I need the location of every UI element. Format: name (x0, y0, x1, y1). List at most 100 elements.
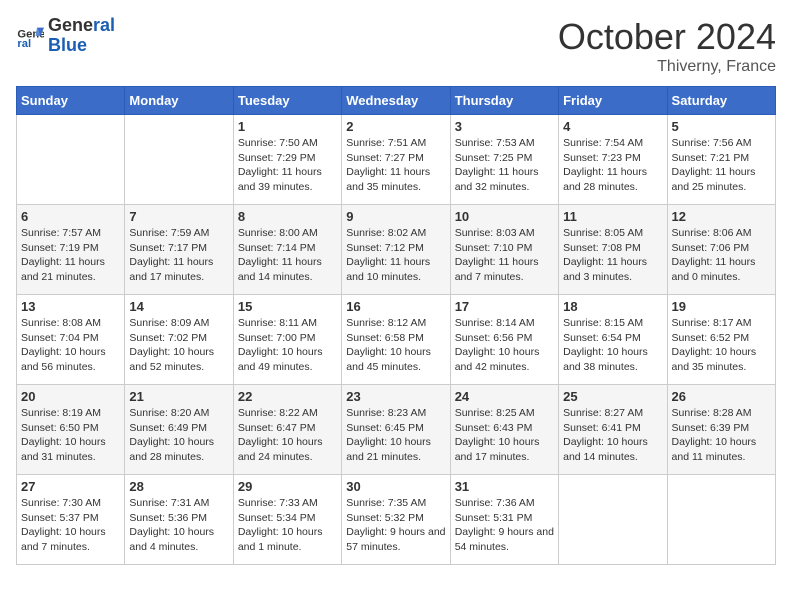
day-info: Sunrise: 7:53 AM Sunset: 7:25 PM Dayligh… (455, 136, 554, 195)
day-number: 20 (21, 389, 120, 404)
day-info: Sunrise: 8:19 AM Sunset: 6:50 PM Dayligh… (21, 406, 120, 465)
day-number: 2 (346, 119, 445, 134)
svg-text:ral: ral (17, 38, 31, 50)
calendar-day-cell: 13 Sunrise: 8:08 AM Sunset: 7:04 PM Dayli… (17, 295, 125, 385)
day-info: Sunrise: 8:09 AM Sunset: 7:02 PM Dayligh… (129, 316, 228, 375)
day-number: 23 (346, 389, 445, 404)
day-info: Sunrise: 8:22 AM Sunset: 6:47 PM Dayligh… (238, 406, 337, 465)
day-info: Sunrise: 7:59 AM Sunset: 7:17 PM Dayligh… (129, 226, 228, 285)
calendar-week-row: 6Sunrise: 7:57 AM Sunset: 7:19 PM Daylig… (17, 205, 776, 295)
calendar-day-cell: 15 Sunrise: 8:11 AM Sunset: 7:00 PM Dayli… (233, 295, 341, 385)
calendar-day-cell: 3 Sunrise: 7:53 AM Sunset: 7:25 PM Daylig… (450, 115, 558, 205)
day-number: 15 (238, 299, 337, 314)
day-info: Sunrise: 8:11 AM Sunset: 7:00 PM Dayligh… (238, 316, 337, 375)
calendar-day-cell (667, 475, 775, 565)
day-number: 4 (563, 119, 662, 134)
calendar-day-cell: 20 Sunrise: 8:19 AM Sunset: 6:50 PM Dayli… (17, 385, 125, 475)
day-info: Sunrise: 8:05 AM Sunset: 7:08 PM Dayligh… (563, 226, 662, 285)
day-number: 30 (346, 479, 445, 494)
calendar-day-cell (17, 115, 125, 205)
logo-name: General (48, 16, 115, 36)
calendar-day-cell: 6Sunrise: 7:57 AM Sunset: 7:19 PM Daylig… (17, 205, 125, 295)
calendar-day-cell: 27Sunrise: 7:30 AM Sunset: 5:37 PM Dayli… (17, 475, 125, 565)
day-info: Sunrise: 7:33 AM Sunset: 5:34 PM Dayligh… (238, 496, 337, 555)
day-number: 27 (21, 479, 120, 494)
calendar-week-row: 13 Sunrise: 8:08 AM Sunset: 7:04 PM Dayli… (17, 295, 776, 385)
day-info: Sunrise: 8:08 AM Sunset: 7:04 PM Dayligh… (21, 316, 120, 375)
calendar-day-cell: 1 Sunrise: 7:50 AM Sunset: 7:29 PM Daylig… (233, 115, 341, 205)
calendar-day-cell: 2 Sunrise: 7:51 AM Sunset: 7:27 PM Daylig… (342, 115, 450, 205)
day-number: 5 (672, 119, 771, 134)
calendar-day-cell: 7Sunrise: 7:59 AM Sunset: 7:17 PM Daylig… (125, 205, 233, 295)
calendar-day-cell: 16Sunrise: 8:12 AM Sunset: 6:58 PM Dayli… (342, 295, 450, 385)
calendar-day-cell: 28Sunrise: 7:31 AM Sunset: 5:36 PM Dayli… (125, 475, 233, 565)
day-number: 21 (129, 389, 228, 404)
day-info: Sunrise: 7:51 AM Sunset: 7:27 PM Dayligh… (346, 136, 445, 195)
day-info: Sunrise: 8:06 AM Sunset: 7:06 PM Dayligh… (672, 226, 771, 285)
calendar-day-cell: 8Sunrise: 8:00 AM Sunset: 7:14 PM Daylig… (233, 205, 341, 295)
day-number: 13 (21, 299, 120, 314)
calendar-day-cell: 17 Sunrise: 8:14 AM Sunset: 6:56 PM Dayli… (450, 295, 558, 385)
day-number: 16 (346, 299, 445, 314)
day-number: 12 (672, 209, 771, 224)
title-block: October 2024 Thiverny, France (558, 16, 776, 76)
day-number: 8 (238, 209, 337, 224)
calendar-day-cell (559, 475, 667, 565)
day-number: 14 (129, 299, 228, 314)
day-info: Sunrise: 7:35 AM Sunset: 5:32 PM Dayligh… (346, 496, 445, 555)
day-info: Sunrise: 7:50 AM Sunset: 7:29 PM Dayligh… (238, 136, 337, 195)
day-info: Sunrise: 8:23 AM Sunset: 6:45 PM Dayligh… (346, 406, 445, 465)
calendar-header-row: SundayMondayTuesdayWednesdayThursdayFrid… (17, 87, 776, 115)
calendar-week-row: 27Sunrise: 7:30 AM Sunset: 5:37 PM Dayli… (17, 475, 776, 565)
calendar-day-cell: 25 Sunrise: 8:27 AM Sunset: 6:41 PM Dayli… (559, 385, 667, 475)
calendar-day-cell: 5Sunrise: 7:56 AM Sunset: 7:21 PM Daylig… (667, 115, 775, 205)
day-info: Sunrise: 8:28 AM Sunset: 6:39 PM Dayligh… (672, 406, 771, 465)
calendar-day-cell: 14 Sunrise: 8:09 AM Sunset: 7:02 PM Dayli… (125, 295, 233, 385)
day-info: Sunrise: 8:03 AM Sunset: 7:10 PM Dayligh… (455, 226, 554, 285)
page-header: Gene ral General Blue October 2024 Thive… (16, 16, 776, 76)
day-number: 28 (129, 479, 228, 494)
weekday-header: Monday (125, 87, 233, 115)
calendar-day-cell: 18Sunrise: 8:15 AM Sunset: 6:54 PM Dayli… (559, 295, 667, 385)
day-number: 10 (455, 209, 554, 224)
day-number: 22 (238, 389, 337, 404)
day-info: Sunrise: 8:14 AM Sunset: 6:56 PM Dayligh… (455, 316, 554, 375)
day-number: 9 (346, 209, 445, 224)
day-number: 6 (21, 209, 120, 224)
calendar-day-cell: 4Sunrise: 7:54 AM Sunset: 7:23 PM Daylig… (559, 115, 667, 205)
day-number: 17 (455, 299, 554, 314)
logo-tagline: Blue (48, 36, 115, 56)
calendar-day-cell: 26 Sunrise: 8:28 AM Sunset: 6:39 PM Dayli… (667, 385, 775, 475)
day-number: 3 (455, 119, 554, 134)
day-number: 31 (455, 479, 554, 494)
weekday-header: Friday (559, 87, 667, 115)
day-info: Sunrise: 8:17 AM Sunset: 6:52 PM Dayligh… (672, 316, 771, 375)
calendar-day-cell: 19Sunrise: 8:17 AM Sunset: 6:52 PM Dayli… (667, 295, 775, 385)
logo-icon: Gene ral (16, 22, 44, 50)
day-info: Sunrise: 8:27 AM Sunset: 6:41 PM Dayligh… (563, 406, 662, 465)
calendar-day-cell: 23 Sunrise: 8:23 AM Sunset: 6:45 PM Dayli… (342, 385, 450, 475)
day-info: Sunrise: 8:15 AM Sunset: 6:54 PM Dayligh… (563, 316, 662, 375)
day-info: Sunrise: 7:36 AM Sunset: 5:31 PM Dayligh… (455, 496, 554, 555)
calendar-day-cell: 30 Sunrise: 7:35 AM Sunset: 5:32 PM Dayli… (342, 475, 450, 565)
calendar-day-cell: 10 Sunrise: 8:03 AM Sunset: 7:10 PM Dayli… (450, 205, 558, 295)
day-number: 11 (563, 209, 662, 224)
weekday-header: Tuesday (233, 87, 341, 115)
calendar-day-cell: 22 Sunrise: 8:22 AM Sunset: 6:47 PM Dayli… (233, 385, 341, 475)
calendar-day-cell: 29Sunrise: 7:33 AM Sunset: 5:34 PM Dayli… (233, 475, 341, 565)
day-info: Sunrise: 8:20 AM Sunset: 6:49 PM Dayligh… (129, 406, 228, 465)
logo: Gene ral General Blue (16, 16, 115, 56)
weekday-header: Wednesday (342, 87, 450, 115)
month-title: October 2024 (558, 16, 776, 58)
day-info: Sunrise: 8:25 AM Sunset: 6:43 PM Dayligh… (455, 406, 554, 465)
day-number: 1 (238, 119, 337, 134)
calendar-day-cell (125, 115, 233, 205)
calendar-day-cell: 31 Sunrise: 7:36 AM Sunset: 5:31 PM Dayli… (450, 475, 558, 565)
weekday-header: Sunday (17, 87, 125, 115)
day-number: 25 (563, 389, 662, 404)
calendar-day-cell: 21 Sunrise: 8:20 AM Sunset: 6:49 PM Dayli… (125, 385, 233, 475)
day-number: 26 (672, 389, 771, 404)
calendar-table: SundayMondayTuesdayWednesdayThursdayFrid… (16, 86, 776, 565)
calendar-day-cell: 9Sunrise: 8:02 AM Sunset: 7:12 PM Daylig… (342, 205, 450, 295)
calendar-week-row: 1 Sunrise: 7:50 AM Sunset: 7:29 PM Daylig… (17, 115, 776, 205)
